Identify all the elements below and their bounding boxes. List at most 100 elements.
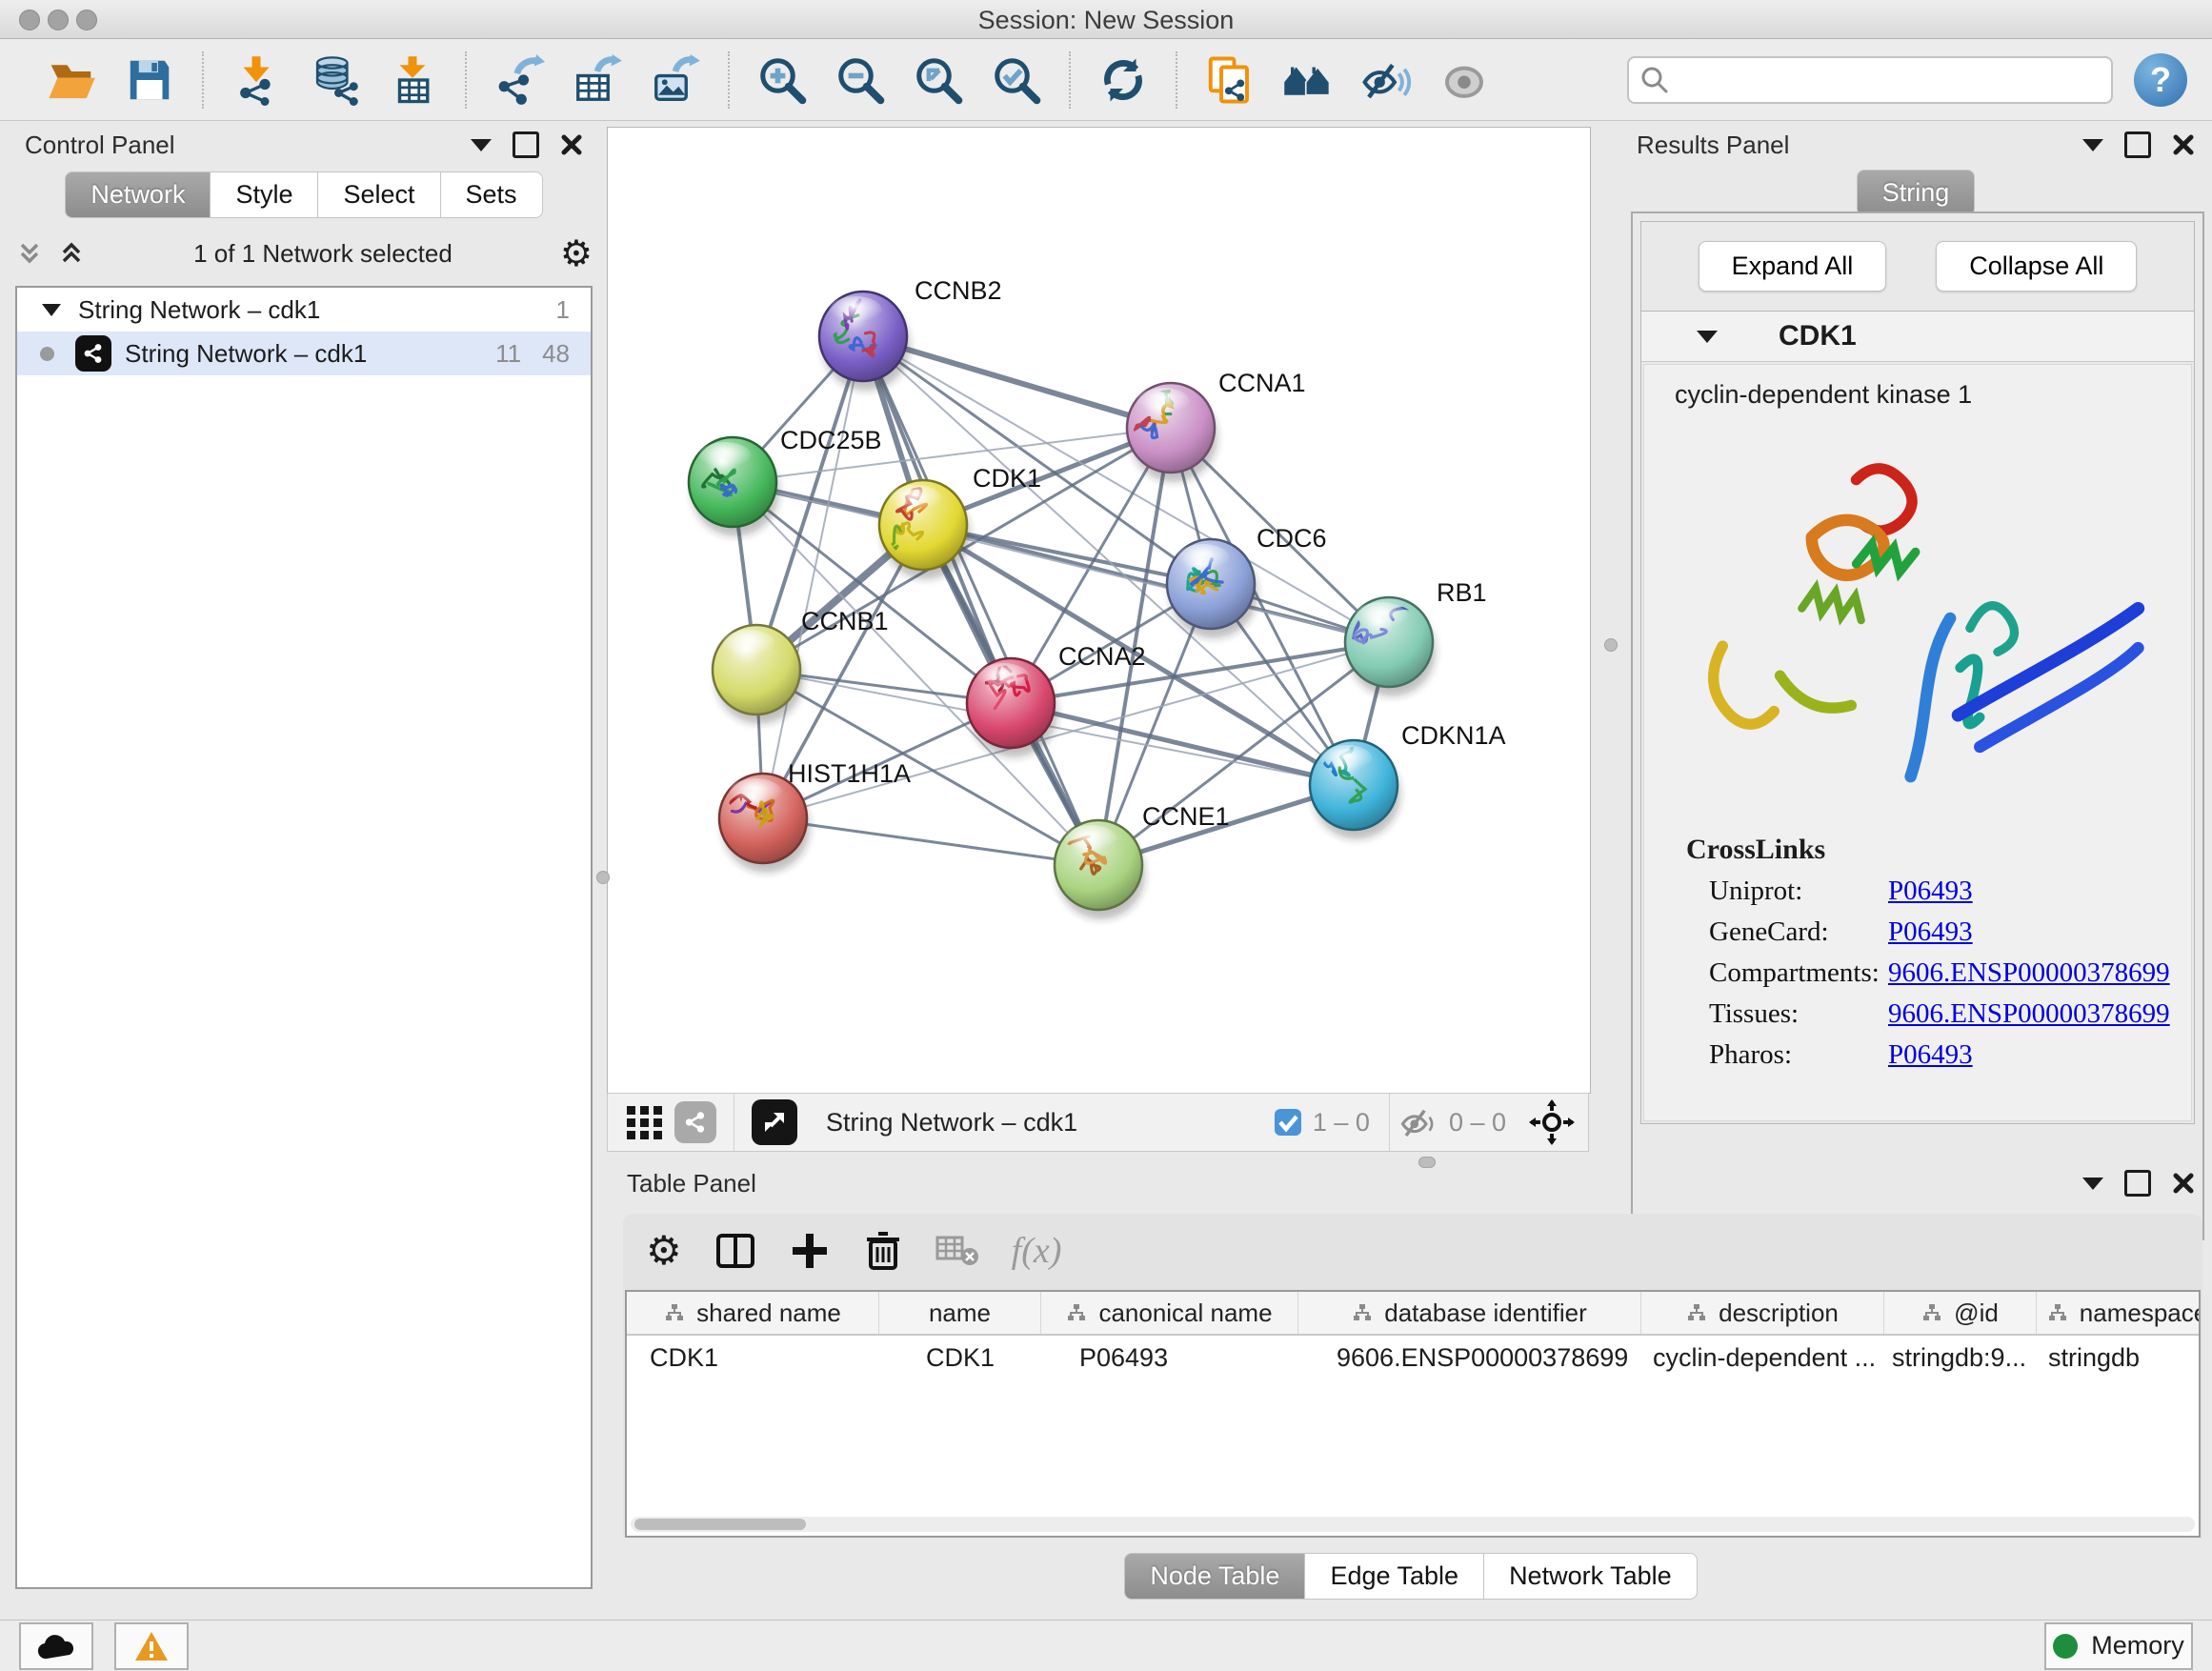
status-bar: Memory — [0, 1620, 2212, 1671]
network-node-CCNB1[interactable]: CCNB1 — [713, 607, 889, 715]
selected-checkbox-icon[interactable] — [1273, 1107, 1303, 1137]
network-canvas[interactable]: CCNB2CCNA1CDC25BCDK1CDC6RB1CCNB1CCNA2CDK… — [607, 127, 1591, 1094]
import-network-from-file-icon[interactable] — [231, 54, 282, 106]
vertical-splitter-handle[interactable] — [596, 871, 610, 884]
delete-table-icon[interactable] — [935, 1232, 979, 1270]
panel-float-icon[interactable] — [2124, 1170, 2151, 1197]
search-icon — [1639, 64, 1671, 96]
zoom-in-icon[interactable] — [756, 54, 808, 106]
open-session-icon[interactable] — [46, 54, 97, 106]
table-horizontal-scrollbar[interactable] — [631, 1517, 2195, 1532]
network-node-HIST1H1A[interactable]: HIST1H1A — [719, 759, 911, 863]
column-header[interactable]: database identifier — [1298, 1292, 1641, 1334]
network-icon — [75, 335, 111, 372]
network-row[interactable]: String Network – cdk1 11 48 — [17, 332, 591, 375]
panel-close-icon[interactable] — [2172, 1172, 2195, 1195]
memory-button[interactable]: Memory — [2044, 1622, 2193, 1670]
show-columns-icon[interactable] — [714, 1230, 756, 1272]
network-node-CDKN1A[interactable]: CDKN1A — [1309, 721, 1506, 830]
selected-node-edge-counts: 1 – 0 — [1313, 1108, 1370, 1137]
protein-card-header[interactable]: CDK1 — [1641, 312, 2194, 362]
export-table-icon[interactable] — [572, 54, 623, 106]
crosslink-link[interactable]: P06493 — [1888, 916, 1973, 948]
column-header[interactable]: shared name — [627, 1292, 879, 1334]
network-collection-row[interactable]: String Network – cdk1 1 — [17, 288, 591, 332]
add-column-icon[interactable] — [789, 1230, 831, 1272]
column-header[interactable]: canonical name — [1041, 1292, 1298, 1334]
hide-selected-icon[interactable] — [1360, 54, 1412, 106]
crosslink-link[interactable]: 9606.ENSP00000378699 — [1888, 957, 2170, 989]
network-options-gear-icon[interactable]: ⚙ — [560, 235, 593, 272]
cell-shared-name: CDK1 — [627, 1336, 879, 1379]
create-network-from-selection-icon[interactable] — [1204, 54, 1256, 106]
tab-select[interactable]: Select — [318, 171, 440, 218]
cell-name: CDK1 — [879, 1336, 1041, 1379]
panel-menu-icon[interactable] — [471, 139, 492, 151]
column-header[interactable]: @id — [1884, 1292, 2037, 1334]
vertical-splitter-handle[interactable] — [1604, 638, 1618, 652]
crosslink-link[interactable]: P06493 — [1888, 876, 1973, 907]
tab-network-table[interactable]: Network Table — [1484, 1553, 1698, 1600]
network-node-RB1[interactable]: RB1 — [1345, 578, 1487, 687]
collapse-all-button[interactable]: Collapse All — [1936, 241, 2137, 292]
warnings-button[interactable] — [114, 1622, 189, 1670]
crosslink-link[interactable]: 9606.ENSP00000378699 — [1888, 998, 2170, 1030]
tab-edge-table[interactable]: Edge Table — [1305, 1553, 1484, 1600]
expand-all-tree-icon[interactable] — [57, 239, 86, 268]
import-table-from-file-icon[interactable] — [387, 54, 438, 106]
zoom-selected-icon[interactable] — [991, 54, 1042, 106]
column-header[interactable]: name — [879, 1292, 1041, 1334]
export-image-icon[interactable] — [650, 54, 701, 106]
control-panel-tabs: Network Style Select Sets — [8, 171, 600, 218]
tab-sets[interactable]: Sets — [441, 171, 543, 218]
network-node-CCNB2[interactable]: CCNB2 — [819, 276, 1002, 381]
fit-selected-crosshair-icon[interactable] — [1529, 1099, 1575, 1145]
apply-preferred-layout-icon[interactable] — [1097, 54, 1149, 106]
network-node-CCNE1[interactable]: CCNE1 — [1055, 802, 1230, 910]
search-input[interactable] — [1627, 56, 2113, 104]
column-header[interactable]: namespace — [2037, 1292, 2201, 1334]
network-label: String Network – cdk1 — [125, 339, 495, 369]
hidden-eye-icon[interactable] — [1399, 1105, 1439, 1139]
birdseye-view-icon[interactable] — [752, 1099, 797, 1145]
toggle-graphics-details-icon[interactable] — [1282, 54, 1334, 106]
import-network-from-database-icon[interactable] — [309, 54, 360, 106]
scrollbar-thumb[interactable] — [634, 1519, 806, 1530]
crosslink-label: Compartments: — [1709, 957, 1873, 989]
crosslink-label: Tissues: — [1709, 998, 1873, 1030]
cloud-button[interactable] — [19, 1622, 93, 1670]
export-network-icon[interactable] — [493, 54, 545, 106]
zoom-fit-content-icon[interactable] — [913, 54, 964, 106]
table-toolbar: ⚙ f(x) — [623, 1214, 2202, 1288]
network-edge-count: 48 — [542, 339, 570, 369]
function-builder-icon[interactable]: f(x) — [1012, 1230, 1062, 1272]
tab-network[interactable]: Network — [65, 171, 211, 218]
delete-column-icon[interactable] — [863, 1230, 903, 1272]
network-node-CCNA1[interactable]: CCNA1 — [1127, 369, 1306, 473]
tab-node-table[interactable]: Node Table — [1124, 1553, 1305, 1600]
node-label-CCNB2: CCNB2 — [915, 276, 1002, 305]
zoom-out-icon[interactable] — [835, 54, 886, 106]
tab-style[interactable]: Style — [211, 171, 318, 218]
crosslink-link[interactable]: P06493 — [1888, 1039, 1973, 1071]
panel-menu-icon[interactable] — [2082, 1178, 2103, 1190]
cell-canonical-name: P06493 — [1041, 1336, 1298, 1379]
tab-string[interactable]: String — [1857, 170, 1976, 216]
collapse-all-tree-icon[interactable] — [15, 239, 44, 268]
collection-expand-icon[interactable] — [42, 304, 61, 316]
panel-float-icon[interactable] — [2124, 131, 2151, 158]
table-options-gear-icon[interactable]: ⚙ — [646, 1231, 682, 1271]
panel-float-icon[interactable] — [513, 131, 539, 158]
show-all-hidden-icon[interactable] — [1438, 54, 1490, 106]
panel-menu-icon[interactable] — [2082, 139, 2103, 151]
expand-all-button[interactable]: Expand All — [1699, 241, 1887, 292]
panel-close-icon[interactable] — [2172, 133, 2195, 156]
help-button[interactable]: ? — [2134, 53, 2187, 107]
column-header[interactable]: description — [1641, 1292, 1884, 1334]
collapse-card-icon[interactable] — [1697, 331, 1718, 343]
grid-view-icon[interactable] — [623, 1100, 667, 1144]
network-view-icon[interactable] — [674, 1101, 716, 1143]
table-row[interactable]: CDK1 CDK1 P06493 9606.ENSP00000378699 cy… — [627, 1336, 2199, 1379]
save-session-icon[interactable] — [124, 54, 175, 106]
panel-close-icon[interactable] — [560, 133, 583, 156]
